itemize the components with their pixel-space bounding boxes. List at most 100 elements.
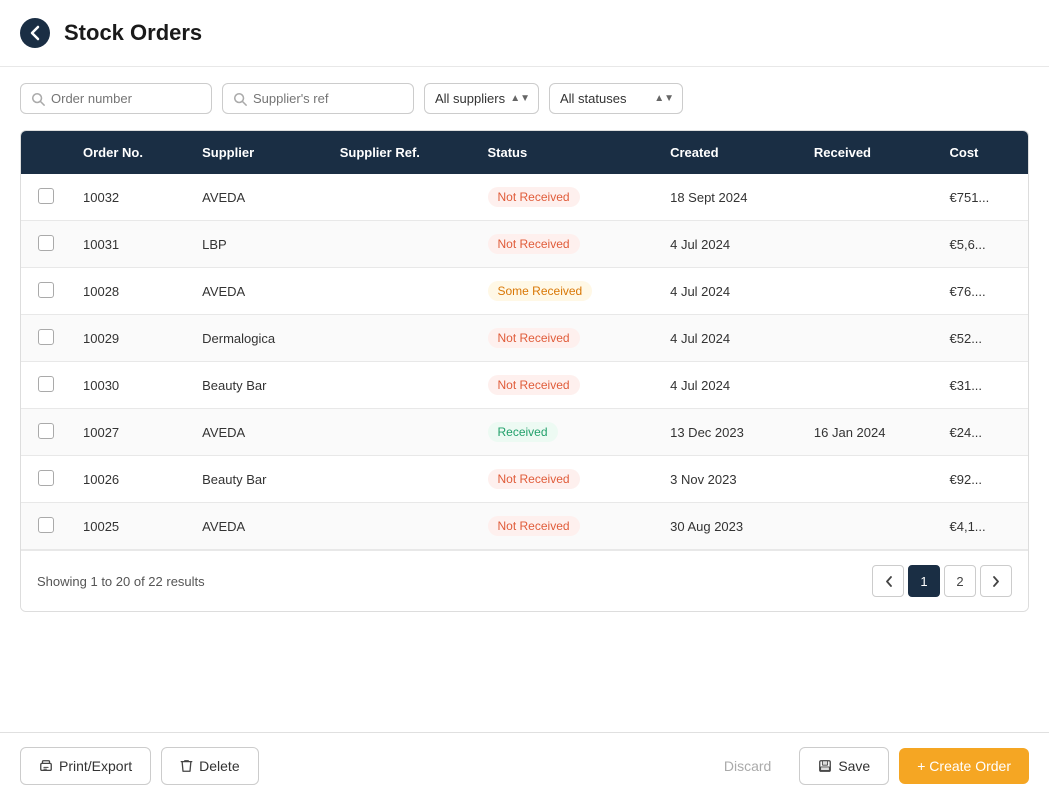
row-order-no: 10032 bbox=[71, 174, 190, 221]
row-cost: €24... bbox=[938, 409, 1029, 456]
row-status: Not Received bbox=[476, 315, 659, 362]
row-checkbox-cell[interactable] bbox=[21, 362, 71, 409]
supplier-ref-input[interactable] bbox=[253, 91, 403, 106]
row-order-no: 10026 bbox=[71, 456, 190, 503]
row-cost: €5,6... bbox=[938, 221, 1029, 268]
row-status: Not Received bbox=[476, 456, 659, 503]
save-button[interactable]: Save bbox=[799, 747, 889, 785]
row-supplier: Dermalogica bbox=[190, 315, 328, 362]
create-order-button[interactable]: + Create Order bbox=[899, 748, 1029, 784]
row-checkbox-cell[interactable] bbox=[21, 221, 71, 268]
row-checkbox-cell[interactable] bbox=[21, 174, 71, 221]
status-badge: Not Received bbox=[488, 469, 580, 489]
row-created: 13 Dec 2023 bbox=[658, 409, 802, 456]
row-checkbox[interactable] bbox=[38, 188, 54, 204]
table-row[interactable]: 10025 AVEDA Not Received 30 Aug 2023 €4,… bbox=[21, 503, 1028, 550]
filters-bar: All suppliers AVEDA LBP Dermalogica Beau… bbox=[0, 67, 1049, 130]
header-checkbox-col bbox=[21, 131, 71, 174]
table-header: Order No. Supplier Supplier Ref. Status … bbox=[21, 131, 1028, 174]
status-filter[interactable]: All statuses Not Received Some Received … bbox=[549, 83, 683, 114]
row-checkbox[interactable] bbox=[38, 423, 54, 439]
status-badge: Some Received bbox=[488, 281, 593, 301]
pagination-bar: Showing 1 to 20 of 22 results 1 2 bbox=[21, 550, 1028, 611]
row-checkbox[interactable] bbox=[38, 329, 54, 345]
save-label: Save bbox=[838, 758, 870, 774]
row-status: Not Received bbox=[476, 221, 659, 268]
row-order-no: 10029 bbox=[71, 315, 190, 362]
page-2-button[interactable]: 2 bbox=[944, 565, 976, 597]
header-supplier-ref: Supplier Ref. bbox=[328, 131, 476, 174]
order-number-search[interactable] bbox=[20, 83, 212, 114]
row-supplier-ref bbox=[328, 456, 476, 503]
discard-button: Discard bbox=[706, 748, 789, 784]
prev-page-button[interactable] bbox=[872, 565, 904, 597]
row-order-no: 10028 bbox=[71, 268, 190, 315]
print-export-button[interactable]: Print/Export bbox=[20, 747, 151, 785]
header-cost: Cost bbox=[938, 131, 1029, 174]
row-checkbox[interactable] bbox=[38, 517, 54, 533]
supplier-select[interactable]: All suppliers AVEDA LBP Dermalogica Beau… bbox=[435, 91, 528, 106]
row-checkbox[interactable] bbox=[38, 470, 54, 486]
supplier-ref-search[interactable] bbox=[222, 83, 414, 114]
row-checkbox-cell[interactable] bbox=[21, 409, 71, 456]
row-received bbox=[802, 503, 938, 550]
table-row[interactable]: 10028 AVEDA Some Received 4 Jul 2024 €76… bbox=[21, 268, 1028, 315]
supplier-filter[interactable]: All suppliers AVEDA LBP Dermalogica Beau… bbox=[424, 83, 539, 114]
row-checkbox-cell[interactable] bbox=[21, 268, 71, 315]
table-row[interactable]: 10027 AVEDA Received 13 Dec 2023 16 Jan … bbox=[21, 409, 1028, 456]
status-select[interactable]: All statuses Not Received Some Received … bbox=[560, 91, 672, 106]
back-button[interactable] bbox=[20, 18, 50, 48]
table-row[interactable]: 10026 Beauty Bar Not Received 3 Nov 2023… bbox=[21, 456, 1028, 503]
row-cost: €751... bbox=[938, 174, 1029, 221]
search-icon bbox=[31, 92, 45, 106]
row-supplier: AVEDA bbox=[190, 174, 328, 221]
header-supplier: Supplier bbox=[190, 131, 328, 174]
row-checkbox-cell[interactable] bbox=[21, 315, 71, 362]
next-page-button[interactable] bbox=[980, 565, 1012, 597]
status-badge: Not Received bbox=[488, 187, 580, 207]
row-created: 3 Nov 2023 bbox=[658, 456, 802, 503]
table-row[interactable]: 10032 AVEDA Not Received 18 Sept 2024 €7… bbox=[21, 174, 1028, 221]
trash-icon bbox=[180, 759, 193, 773]
row-checkbox-cell[interactable] bbox=[21, 503, 71, 550]
row-checkbox[interactable] bbox=[38, 376, 54, 392]
row-supplier: LBP bbox=[190, 221, 328, 268]
status-badge: Not Received bbox=[488, 375, 580, 395]
row-status: Received bbox=[476, 409, 659, 456]
pagination-info: Showing 1 to 20 of 22 results bbox=[37, 574, 205, 589]
row-checkbox[interactable] bbox=[38, 282, 54, 298]
print-icon bbox=[39, 759, 53, 773]
table-row[interactable]: 10029 Dermalogica Not Received 4 Jul 202… bbox=[21, 315, 1028, 362]
page-title: Stock Orders bbox=[64, 20, 202, 46]
row-supplier-ref bbox=[328, 268, 476, 315]
row-supplier-ref bbox=[328, 174, 476, 221]
row-supplier: Beauty Bar bbox=[190, 362, 328, 409]
row-checkbox[interactable] bbox=[38, 235, 54, 251]
row-supplier-ref bbox=[328, 409, 476, 456]
header-order-no: Order No. bbox=[71, 131, 190, 174]
row-supplier-ref bbox=[328, 315, 476, 362]
pagination-controls: 1 2 bbox=[872, 565, 1012, 597]
row-status: Some Received bbox=[476, 268, 659, 315]
page-1-button[interactable]: 1 bbox=[908, 565, 940, 597]
row-supplier: AVEDA bbox=[190, 409, 328, 456]
search-icon-2 bbox=[233, 92, 247, 106]
status-badge: Received bbox=[488, 422, 558, 442]
row-created: 4 Jul 2024 bbox=[658, 315, 802, 362]
row-supplier: Beauty Bar bbox=[190, 456, 328, 503]
header-status: Status bbox=[476, 131, 659, 174]
row-checkbox-cell[interactable] bbox=[21, 456, 71, 503]
row-created: 4 Jul 2024 bbox=[658, 362, 802, 409]
header-created: Created bbox=[658, 131, 802, 174]
row-created: 4 Jul 2024 bbox=[658, 268, 802, 315]
table-row[interactable]: 10030 Beauty Bar Not Received 4 Jul 2024… bbox=[21, 362, 1028, 409]
order-number-input[interactable] bbox=[51, 91, 201, 106]
row-order-no: 10031 bbox=[71, 221, 190, 268]
status-badge: Not Received bbox=[488, 234, 580, 254]
row-created: 30 Aug 2023 bbox=[658, 503, 802, 550]
save-icon bbox=[818, 759, 832, 773]
table-row[interactable]: 10031 LBP Not Received 4 Jul 2024 €5,6..… bbox=[21, 221, 1028, 268]
row-cost: €4,1... bbox=[938, 503, 1029, 550]
delete-button[interactable]: Delete bbox=[161, 747, 258, 785]
row-created: 4 Jul 2024 bbox=[658, 221, 802, 268]
